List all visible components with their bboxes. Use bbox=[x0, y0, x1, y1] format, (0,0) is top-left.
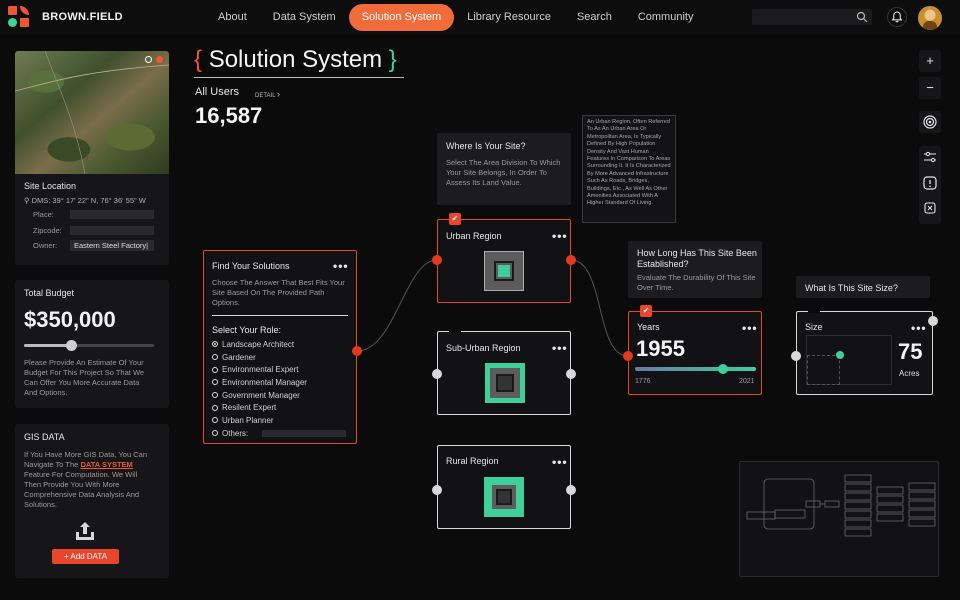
size-area-canvas[interactable] bbox=[806, 335, 892, 385]
urban-more-icon[interactable]: ••• bbox=[552, 229, 568, 243]
urban-region-label: Urban Region bbox=[446, 231, 502, 241]
find-solutions-more-icon[interactable]: ••• bbox=[333, 259, 349, 273]
rural-more-icon[interactable]: ••• bbox=[552, 455, 568, 469]
where-site-title: Where Is Your Site? bbox=[446, 141, 526, 151]
size-area-handle[interactable] bbox=[836, 351, 844, 359]
others-input[interactable] bbox=[262, 429, 347, 437]
size-value: 75 bbox=[898, 339, 923, 364]
urban-region-icon bbox=[484, 251, 524, 291]
years-min: 1776 bbox=[635, 378, 651, 385]
role-option[interactable]: Resilent Expert bbox=[212, 401, 352, 414]
sub-urban-output-port[interactable] bbox=[566, 369, 576, 379]
sub-urban-tab bbox=[449, 327, 461, 333]
zoom-out-icon[interactable]: − bbox=[919, 77, 941, 99]
close-icon[interactable] bbox=[919, 197, 941, 219]
size-more-icon[interactable]: ••• bbox=[911, 321, 927, 335]
radio-icon[interactable] bbox=[212, 404, 218, 411]
sliders-icon[interactable] bbox=[919, 146, 941, 168]
role-option[interactable]: Gardener bbox=[212, 351, 352, 364]
role-option[interactable]: Landscape Architect bbox=[212, 338, 352, 351]
find-solutions-description: Choose The Answer That Best Fits Your Si… bbox=[212, 278, 345, 307]
size-output-port[interactable] bbox=[928, 316, 938, 326]
years-max: 2021 bbox=[739, 378, 755, 385]
target-icon[interactable] bbox=[919, 111, 941, 133]
radio-icon[interactable] bbox=[212, 379, 218, 386]
radio-icon[interactable] bbox=[212, 417, 218, 424]
role-radio-list: Landscape Architect Gardener Environmental… bbox=[212, 338, 352, 440]
role-option[interactable]: Environmental Expert bbox=[212, 363, 352, 376]
rural-region-icon bbox=[484, 477, 524, 517]
sub-urban-more-icon[interactable]: ••• bbox=[552, 341, 568, 355]
minimap-diagram bbox=[746, 474, 936, 537]
find-output-port[interactable] bbox=[352, 346, 362, 356]
zoom-in-icon[interactable]: + bbox=[919, 50, 941, 72]
minimap[interactable] bbox=[739, 461, 939, 577]
urban-check-icon[interactable]: ✔ bbox=[449, 213, 461, 225]
years-label: Years bbox=[637, 322, 660, 332]
radio-icon[interactable] bbox=[212, 341, 218, 348]
urban-region-tooltip: An Urban Region, Often Referred To As An… bbox=[582, 115, 676, 223]
rural-input-port[interactable] bbox=[432, 485, 442, 495]
sub-urban-region-icon bbox=[485, 363, 525, 403]
years-value: 1955 bbox=[636, 336, 685, 361]
rural-output-port[interactable] bbox=[566, 485, 576, 495]
role-option[interactable]: Government Manager bbox=[212, 389, 352, 402]
size-label: Size bbox=[805, 322, 823, 332]
alert-icon[interactable] bbox=[919, 172, 941, 194]
sub-urban-region-label: Sub-Urban Region bbox=[446, 343, 521, 353]
urban-output-port[interactable] bbox=[566, 255, 576, 265]
urban-input-port[interactable] bbox=[432, 255, 442, 265]
size-unit: Acres bbox=[899, 369, 920, 378]
radio-icon[interactable] bbox=[212, 430, 218, 437]
radio-icon[interactable] bbox=[212, 354, 218, 361]
site-size-question: What Is This Site Size? bbox=[805, 283, 898, 293]
find-solutions-divider bbox=[212, 315, 348, 316]
radio-icon[interactable] bbox=[212, 392, 218, 399]
select-role-title: Select Your Role: bbox=[212, 325, 282, 335]
years-more-icon[interactable]: ••• bbox=[742, 321, 758, 335]
size-tab bbox=[808, 307, 820, 313]
size-area-selection bbox=[807, 355, 840, 385]
size-input-port[interactable] bbox=[791, 351, 801, 361]
role-option[interactable]: Environmental Manager bbox=[212, 376, 352, 389]
established-description: Evaluate The Durability Of This Site Ove… bbox=[637, 273, 756, 292]
radio-icon[interactable] bbox=[212, 366, 218, 373]
role-option[interactable]: Others: bbox=[212, 427, 352, 440]
role-option[interactable]: Urban Planner bbox=[212, 414, 352, 427]
rural-region-label: Rural Region bbox=[446, 456, 499, 466]
sub-urban-input-port[interactable] bbox=[432, 369, 442, 379]
years-input-port[interactable] bbox=[623, 351, 633, 361]
years-check-icon[interactable]: ✔ bbox=[640, 305, 652, 317]
established-title: How Long Has This Site Been Established? bbox=[637, 248, 757, 269]
find-solutions-title: Find Your Solutions bbox=[212, 261, 290, 271]
where-site-description: Select The Area Division To Which Your S… bbox=[446, 158, 561, 187]
years-slider-track[interactable] bbox=[635, 364, 756, 374]
